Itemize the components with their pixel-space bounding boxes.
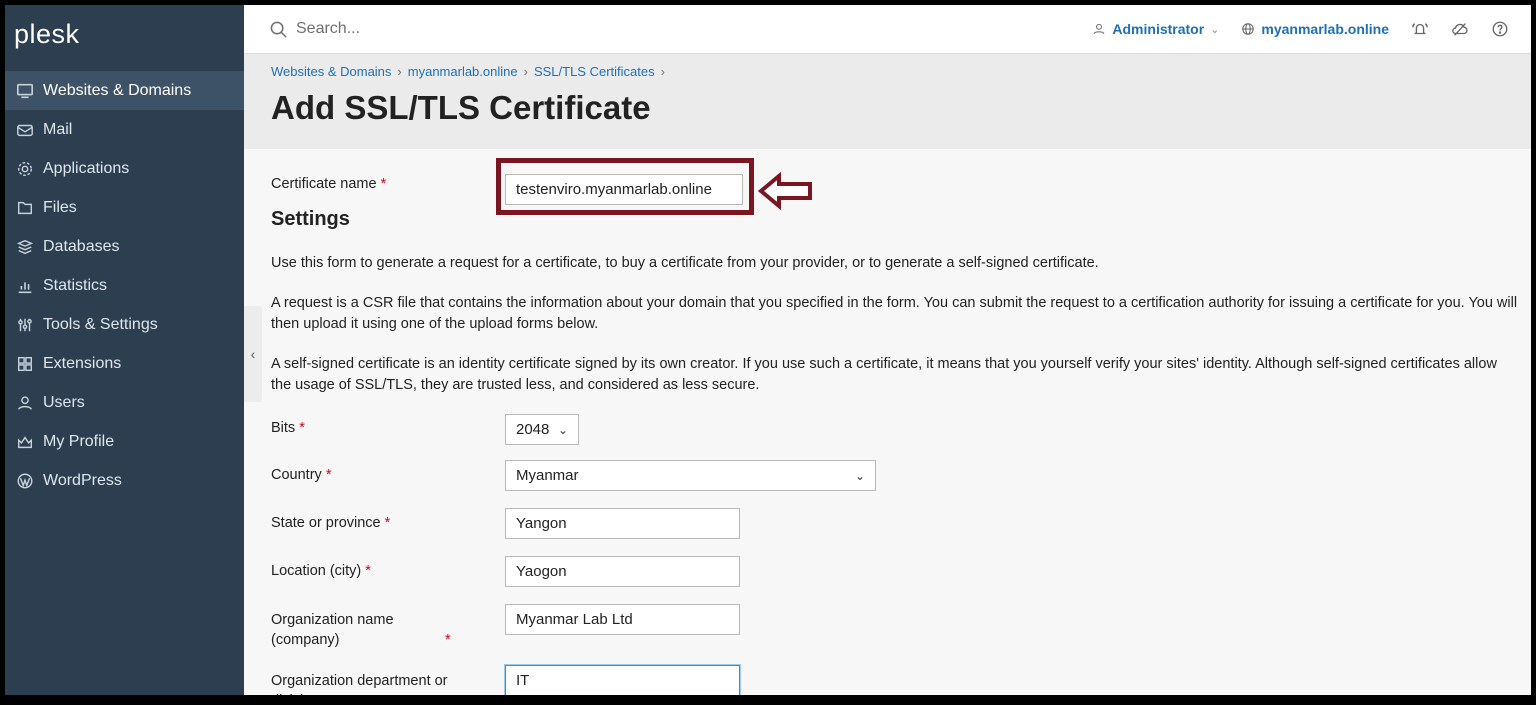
user-icon: [1093, 23, 1105, 35]
bits-row: Bits * 2048 ⌄: [271, 414, 579, 445]
csr-paragraph: A request is a CSR file that contains th…: [271, 295, 1518, 332]
user-name: Administrator: [1112, 21, 1205, 37]
folder-icon: [15, 198, 35, 218]
page-title: Add SSL/TLS Certificate: [271, 89, 651, 126]
help-icon[interactable]: [1491, 20, 1509, 38]
sidebar-item-label: Databases: [43, 237, 120, 255]
country-select[interactable]: Myanmar ⌄: [505, 460, 876, 491]
gear-icon: [15, 159, 35, 179]
sidebar-item-label: Mail: [43, 120, 73, 138]
sidebar-item-label: Websites & Domains: [43, 81, 192, 99]
search-icon: [270, 21, 287, 38]
wordpress-icon: [15, 471, 35, 491]
search-placeholder: Search...: [296, 20, 361, 37]
city-input[interactable]: Yaogon: [505, 556, 740, 587]
search-input[interactable]: Search...: [269, 20, 669, 39]
sidebar-item-statistics[interactable]: Statistics: [5, 266, 244, 305]
state-input[interactable]: Yangon: [505, 508, 740, 539]
city-row: Location (city) * Yaogon: [271, 556, 740, 587]
arrow-left-icon: [757, 172, 812, 210]
department-input[interactable]: IT: [505, 665, 740, 695]
user-icon: [15, 393, 35, 413]
chevron-down-icon: ⌄: [1210, 23, 1220, 36]
plesk-logo[interactable]: plesk: [5, 5, 244, 71]
sidebar-item-users[interactable]: Users: [5, 383, 244, 422]
monitor-icon: [15, 81, 35, 101]
organization-label: Organization name (company) *: [271, 612, 451, 648]
sidebar-item-applications[interactable]: Applications: [5, 149, 244, 188]
extensions-icon: [15, 354, 35, 374]
sidebar-collapse-button[interactable]: ‹: [244, 306, 262, 402]
sidebar-item-files[interactable]: Files: [5, 188, 244, 227]
sidebar-item-label: Users: [43, 393, 85, 411]
sidebar-item-websites-domains[interactable]: Websites & Domains: [5, 71, 244, 110]
breadcrumb-domain[interactable]: myanmarlab.online: [408, 64, 518, 79]
department-label: Organization department or division: [271, 673, 448, 695]
breadcrumb: Websites & Domains › myanmarlab.online ›…: [271, 54, 1531, 79]
country-row: Country * Myanmar ⌄: [271, 460, 876, 491]
sidebar-item-label: Extensions: [43, 354, 122, 372]
sidebar-item-label: Statistics: [43, 276, 108, 294]
plesk-window: plesk Websites & Domains Mail Applicatio…: [5, 5, 1531, 695]
bits-label: Bits *: [271, 420, 305, 436]
chevron-down-icon: ⌄: [854, 468, 865, 483]
intro-paragraph: Use this form to generate a request for …: [271, 255, 1099, 271]
chevron-down-icon: ⌄: [557, 422, 568, 437]
domain-name: myanmarlab.online: [1261, 21, 1389, 37]
organization-row: Organization name (company) * Myanmar La…: [271, 604, 740, 650]
settings-heading: Settings: [271, 208, 350, 230]
chevron-left-icon: ‹: [250, 346, 256, 362]
sidebar-item-label: Files: [43, 198, 77, 216]
notifications-icon[interactable]: [1411, 20, 1429, 38]
sidebar-item-my-profile[interactable]: My Profile: [5, 422, 244, 461]
bits-select[interactable]: 2048 ⌄: [505, 414, 579, 445]
sidebar-item-label: My Profile: [43, 432, 115, 450]
sidebar-item-label: WordPress: [43, 471, 122, 489]
highlight-box: [496, 158, 754, 215]
state-row: State or province * Yangon: [271, 508, 740, 539]
certificate-form: Certificate name * testenviro.myanmarlab…: [271, 149, 1517, 695]
sidebar-item-label: Applications: [43, 159, 130, 177]
country-label: Country *: [271, 467, 332, 483]
tools-icon: [15, 315, 35, 335]
sidebar-item-label: Tools & Settings: [43, 315, 158, 333]
sidebar-item-wordpress[interactable]: WordPress: [5, 461, 244, 500]
topbar: Search... Administrator ⌄ myanmarlab.onl…: [244, 5, 1531, 54]
user-menu[interactable]: Administrator ⌄: [1092, 21, 1219, 37]
sidebar-item-tools-settings[interactable]: Tools & Settings: [5, 305, 244, 344]
sidebar-item-extensions[interactable]: Extensions: [5, 344, 244, 383]
organization-input[interactable]: Myanmar Lab Ltd: [505, 604, 740, 635]
country-value: Myanmar: [516, 467, 579, 484]
state-label: State or province *: [271, 515, 391, 531]
cloud-off-icon[interactable]: [1451, 20, 1469, 38]
certificate-name-label: Certificate name *: [271, 176, 387, 192]
sidebar-item-mail[interactable]: Mail: [5, 110, 244, 149]
domain-link[interactable]: myanmarlab.online: [1241, 21, 1389, 37]
department-row: Organization department or division IT: [271, 665, 740, 695]
sidebar: plesk Websites & Domains Mail Applicatio…: [5, 5, 244, 695]
profile-icon: [15, 432, 35, 452]
breadcrumb-websites-domains[interactable]: Websites & Domains: [271, 64, 391, 79]
database-icon: [15, 237, 35, 257]
breadcrumb-ssl-certificates[interactable]: SSL/TLS Certificates: [534, 64, 655, 79]
breadcrumb-separator: ›: [523, 64, 528, 79]
sidebar-item-databases[interactable]: Databases: [5, 227, 244, 266]
city-label: Location (city) *: [271, 563, 371, 579]
envelope-icon: [15, 120, 35, 140]
self-signed-paragraph: A self-signed certificate is an identity…: [271, 356, 1497, 393]
page-header: Websites & Domains › myanmarlab.online ›…: [244, 54, 1531, 149]
breadcrumb-separator: ›: [660, 64, 665, 79]
breadcrumb-separator: ›: [397, 64, 402, 79]
globe-icon: [1242, 23, 1255, 35]
bar-chart-icon: [15, 276, 35, 296]
bits-value: 2048: [516, 421, 550, 438]
